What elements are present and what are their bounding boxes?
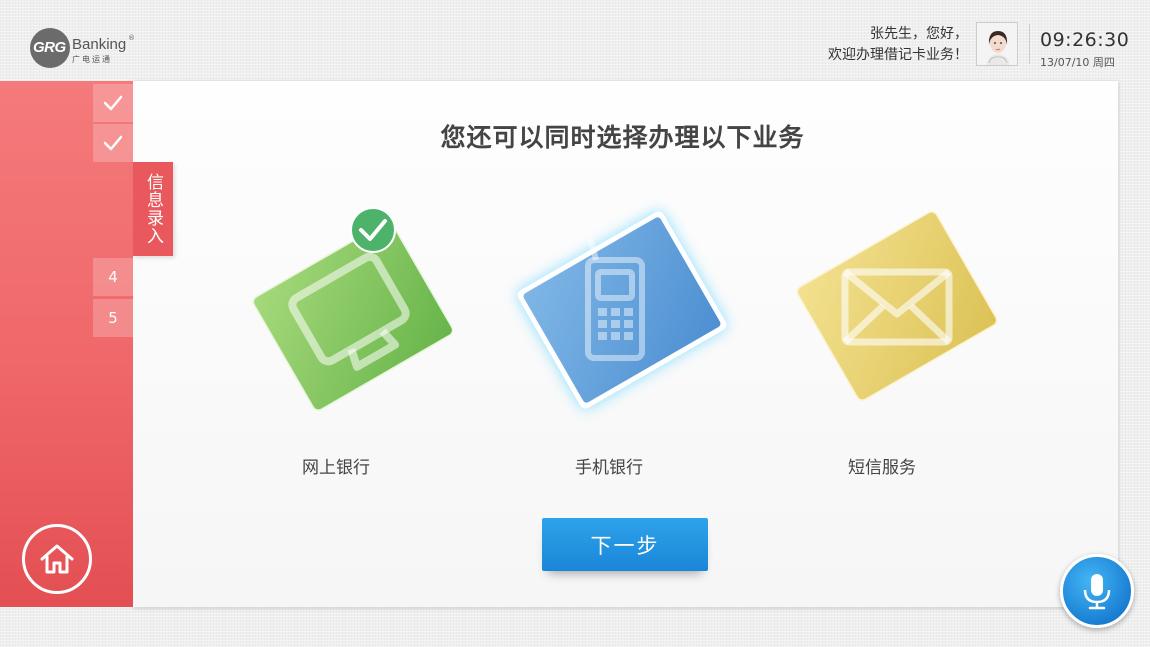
- service-label-sms-service: 短信服务: [848, 458, 916, 478]
- service-card-sms-service[interactable]: [782, 194, 1012, 424]
- step-1-completed[interactable]: [93, 84, 133, 122]
- greeting-line-2: 欢迎办理借记卡业务！: [828, 47, 968, 63]
- logo-banking-text: Banking: [72, 36, 127, 53]
- user-photo-icon: [977, 23, 1017, 65]
- page-title: 您还可以同时选择办理以下业务: [440, 123, 805, 152]
- mobile-phone-icon: [517, 211, 727, 409]
- user-greeting: 张先生，您好， 欢迎办理借记卡业务！: [828, 24, 968, 66]
- step-4[interactable]: 4: [93, 258, 133, 296]
- microphone-icon: [1083, 574, 1111, 610]
- envelope-icon: [796, 211, 998, 401]
- service-label-online-banking: 网上银行: [302, 458, 370, 478]
- home-button[interactable]: [22, 524, 92, 594]
- user-avatar: [976, 22, 1018, 66]
- step-3-current[interactable]: 信息录入: [133, 162, 173, 256]
- check-circle-icon: [350, 207, 396, 253]
- service-card-mobile-banking[interactable]: [494, 190, 754, 435]
- clock-time: 09:26:30: [1040, 29, 1130, 51]
- greeting-line-1: 张先生，您好，: [870, 26, 968, 42]
- selected-check-badge: [350, 207, 396, 253]
- next-step-button[interactable]: 下一步: [542, 518, 708, 571]
- logo-chinese-text: 广电运通: [72, 55, 112, 64]
- logo-grg-text: GRG: [33, 39, 66, 56]
- step-5[interactable]: 5: [93, 299, 133, 337]
- clock-date: 13/07/10 周四: [1040, 56, 1115, 69]
- home-icon: [40, 544, 74, 574]
- service-label-mobile-banking: 手机银行: [575, 458, 643, 478]
- logo-registered-mark: ®: [128, 34, 135, 42]
- voice-input-button[interactable]: [1060, 554, 1134, 628]
- header-divider: [1029, 24, 1030, 64]
- brand-logo: GRG Banking 广电运通 ®: [30, 24, 140, 68]
- check-icon: [103, 95, 123, 111]
